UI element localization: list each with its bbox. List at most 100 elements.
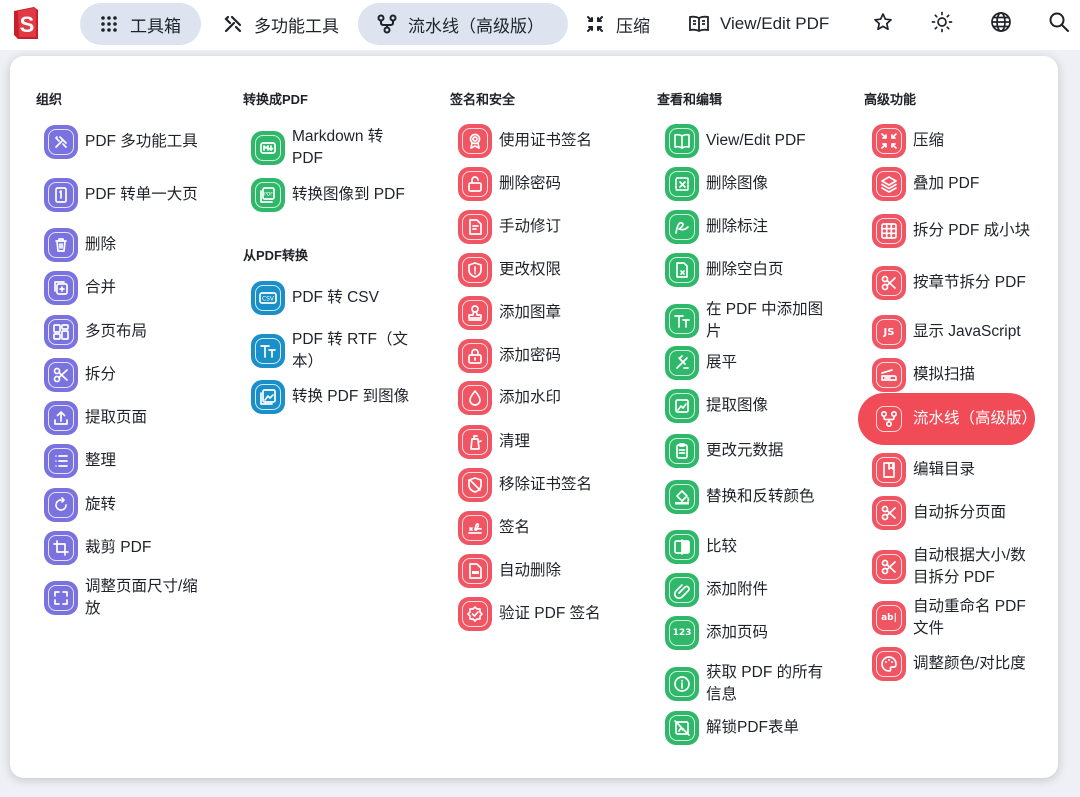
tool-label: 移除证书签名 [499,476,593,493]
tool-item-pdf-image[interactable]: PDF 转换图像到 PDF [251,178,431,212]
tool-item-lock[interactable]: 添加密码 [458,339,638,373]
star-icon[interactable] [871,10,895,34]
tool-item-image[interactable]: 转换 PDF 到图像 [251,380,431,414]
tool-item-toc[interactable]: 编辑目录 [872,453,1052,487]
tool-item-compress[interactable]: 压缩 [872,124,1052,158]
layers-icon [872,167,906,201]
tool-label: 删除 [85,236,117,253]
tool-item-certificate[interactable]: 使用证书签名 [458,124,638,158]
tool-item-scanner[interactable]: 模拟扫描 [872,358,1052,392]
globe-icon[interactable] [989,10,1013,34]
tool-item-book[interactable]: View/Edit PDF [665,124,845,158]
tool-item-sanitize[interactable]: 清理 [458,425,638,459]
trash-icon [44,228,78,262]
category-title-organize: 组织 [36,92,63,107]
logo-letter: S [20,12,35,37]
tool-item-flatten[interactable]: 展平 [665,346,845,380]
nav-multi-tool[interactable]: 多功能工具 [222,3,339,45]
verify-icon [458,597,492,631]
tool-item-unlock-form[interactable]: 解锁PDF表单 [665,711,845,745]
tool-item-scissors[interactable]: 按章节拆分 PDF [872,266,1052,300]
tool-item-redact[interactable]: 手动修订 [458,210,638,244]
tool-item-compare[interactable]: 比较 [665,530,845,564]
grid-dots-icon [98,13,120,35]
tool-item-merge[interactable]: 合并 [44,271,224,305]
tool-item-page-number[interactable]: 123 添加页码 [665,616,845,650]
tool-item-signature[interactable]: 签名 [458,511,638,545]
tool-item-remove-annotation[interactable]: 删除标注 [665,210,845,244]
tool-label: 更改权限 [499,261,562,278]
tool-item-auto-redact[interactable]: 自动删除 [458,554,638,588]
tool-item-info[interactable]: 获取 PDF 的所有信息 [665,662,845,706]
tool-item-list[interactable]: 整理 [44,444,224,478]
stamp-icon [458,296,492,330]
nav-compress[interactable]: 压缩 [584,3,650,45]
nav-label: 多功能工具 [254,16,339,36]
category-title-convert-to: 转换成PDF [243,92,309,107]
tool-item-scissors[interactable]: 拆分 [44,358,224,392]
compare-icon [665,530,699,564]
tool-label: 添加密码 [499,347,562,364]
sun-icon[interactable] [930,10,954,34]
tool-item-trash[interactable]: 删除 [44,228,224,262]
tool-item-add-text[interactable]: 在 PDF 中添加图片 [665,299,845,343]
tool-item-palette[interactable]: 调整颜色/对比度 [872,647,1052,681]
tool-item-remove-image[interactable]: 删除图像 [665,167,845,201]
tool-item-tools[interactable]: PDF 多功能工具 [44,125,224,159]
tool-item-stamp[interactable]: 添加图章 [458,296,638,330]
tool-item-attachment[interactable]: 添加附件 [665,573,845,607]
tool-item-pipeline[interactable]: 流水线（高级版） [858,393,1037,445]
category-title-advanced: 高级功能 [864,92,917,107]
app-logo[interactable]: S [12,5,42,41]
tool-label: 提取图像 [706,397,769,414]
tool-item-csv[interactable]: CSV PDF 转 CSV [251,281,431,315]
tool-item-rename[interactable]: ab| 自动重命名 PDF 文件 [872,596,1052,640]
tool-label: 更改元数据 [706,442,784,459]
tool-item-rotate[interactable]: 旋转 [44,488,224,522]
remove-image-icon [665,167,699,201]
tool-item-layers[interactable]: 叠加 PDF [872,167,1052,201]
nav-toolbox[interactable]: 工具箱 [80,3,201,45]
tool-item-layout[interactable]: 多页布局 [44,315,224,349]
tool-item-text[interactable]: PDF 转 RTF（文本） [251,329,431,373]
tool-label: 删除空白页 [706,261,784,278]
nav-pipeline[interactable]: 流水线（高级版） [358,3,568,45]
tool-item-fullscreen[interactable]: 调整页面尺寸/缩放 [44,576,224,620]
tool-item-verify[interactable]: 验证 PDF 签名 [458,597,638,631]
tool-item-markdown[interactable]: Markdown 转 PDF [251,126,431,170]
category-title-convert-from: 从PDF转换 [243,248,309,263]
tool-item-unlock[interactable]: 删除密码 [458,167,638,201]
tool-item-extract-image[interactable]: 提取图像 [665,389,845,423]
nav-label: View/Edit PDF [720,14,830,33]
tool-item-blank-page[interactable]: 删除空白页 [665,253,845,287]
tool-label: 添加图章 [499,304,562,321]
tool-label: 删除标注 [706,218,769,235]
tool-item-upload[interactable]: 提取页面 [44,401,224,435]
fullscreen-icon [44,581,78,615]
search-icon[interactable] [1047,10,1071,34]
tool-label: 多页布局 [85,323,148,340]
tool-item-remove-cert[interactable]: 移除证书签名 [458,468,638,502]
tool-item-clipboard[interactable]: 更改元数据 [665,434,845,468]
signature-icon [458,511,492,545]
tool-item-shield[interactable]: 更改权限 [458,253,638,287]
tool-item-javascript[interactable]: JS 显示 JavaScript [872,315,1052,349]
tool-label: 自动根据大小/数目拆分 PDF [913,547,1026,586]
tool-item-crop[interactable]: 裁剪 PDF [44,531,224,565]
tool-item-single-page[interactable]: PDF 转单一大页 [44,178,224,212]
tool-label: 在 PDF 中添加图片 [706,301,824,340]
sanitize-icon [458,425,492,459]
tool-item-grid[interactable]: 拆分 PDF 成小块 [872,214,1052,248]
nav-label: 压缩 [616,16,650,36]
crop-icon [44,531,78,565]
rename-icon: ab| [872,601,906,635]
palette-icon [872,647,906,681]
nav-view-edit[interactable]: View/Edit PDF [688,3,829,45]
upload-icon [44,401,78,435]
tool-item-fill-color[interactable]: 替换和反转颜色 [665,480,845,514]
tool-item-scissors[interactable]: 自动拆分页面 [872,496,1052,530]
tool-item-drop[interactable]: 添加水印 [458,381,638,415]
tool-item-scissors[interactable]: 自动根据大小/数目拆分 PDF [872,545,1052,589]
book-icon [665,124,699,158]
flatten-icon [665,346,699,380]
